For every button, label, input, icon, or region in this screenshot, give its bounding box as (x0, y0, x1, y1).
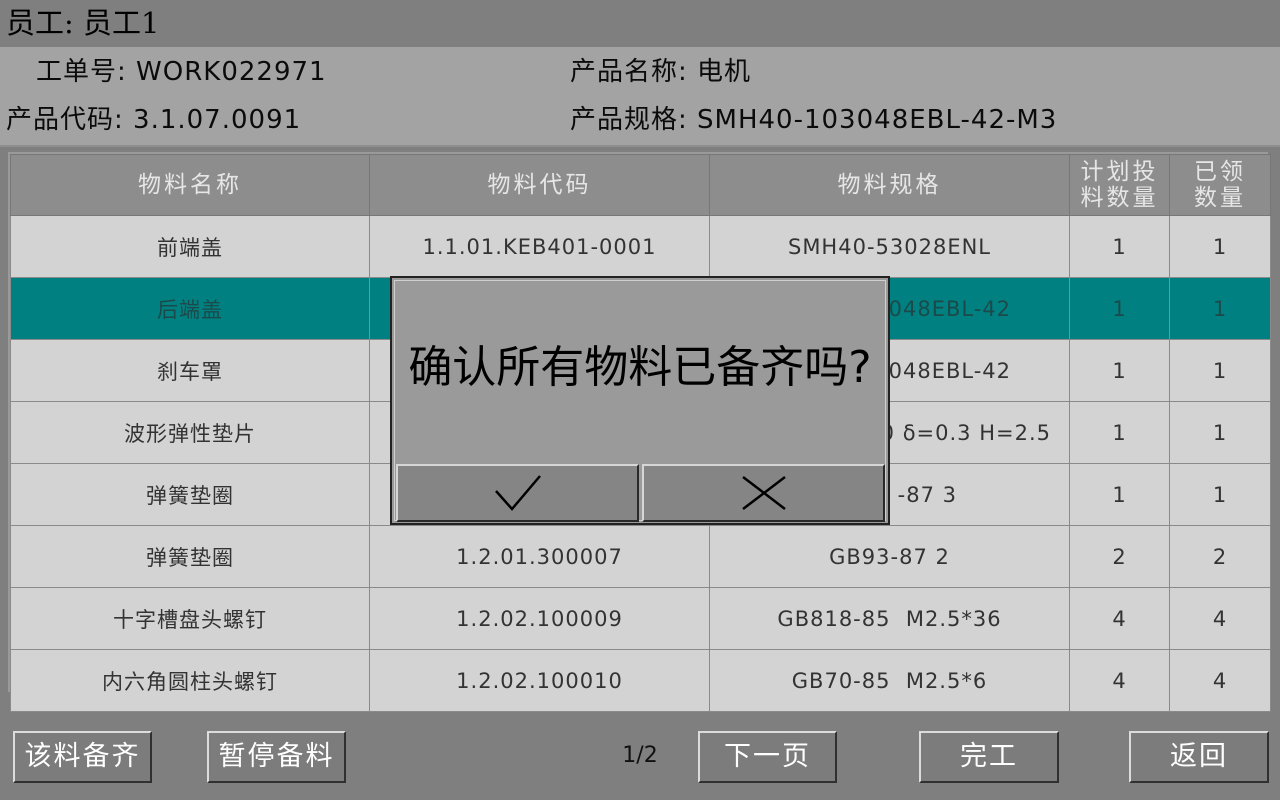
header-received-qty-line2: 数量 (1194, 185, 1246, 211)
page-indicator: 1/2 (622, 743, 658, 768)
cell-material-spec: GB93-87 2 (709, 525, 1070, 588)
cell-planned-qty: 1 (1069, 401, 1170, 464)
cell-material-name: 十字槽盘头螺钉 (10, 587, 370, 650)
header-received-qty-line1: 已领 (1194, 159, 1246, 185)
work-order-info-panel: 工单号: WORK022971 产品名称: 电机 产品代码: 3.1.07.00… (0, 47, 1280, 147)
employee-label: 员工: 员工1 (6, 6, 160, 40)
table-row[interactable]: 弹簧垫圈 1.2.01.300007 GB93-87 2 2 2 (10, 525, 1271, 588)
cell-material-name: 弹簧垫圈 (10, 463, 370, 526)
product-name: 产品名称: 电机 (570, 57, 752, 87)
table-row[interactable]: 前端盖 1.1.01.KEB401-0001 SMH40-53028ENL 1 … (10, 215, 1271, 278)
cell-received-qty: 1 (1169, 277, 1271, 340)
header-planned-qty-line1: 计划投 (1080, 159, 1159, 185)
cell-planned-qty: 1 (1069, 215, 1170, 278)
header-material-name: 物料名称 (10, 154, 370, 216)
cancel-button[interactable] (642, 464, 885, 522)
cell-received-qty: 2 (1169, 525, 1271, 588)
cell-planned-qty: 4 (1069, 649, 1170, 712)
table-row[interactable]: 内六角圆柱头螺钉 1.2.02.100010 GB70-85 M2.5*6 4 … (10, 649, 1271, 712)
cell-material-code: 1.1.01.KEB401-0001 (369, 215, 710, 278)
cell-planned-qty: 1 (1069, 339, 1170, 402)
cell-material-spec: SMH40-53028ENL (709, 215, 1070, 278)
cell-material-name: 后端盖 (10, 277, 370, 340)
cell-received-qty: 1 (1169, 339, 1271, 402)
confirm-button[interactable] (396, 464, 639, 522)
header-material-spec: 物料规格 (709, 154, 1070, 216)
cell-material-name: 刹车罩 (10, 339, 370, 402)
cell-material-name: 内六角圆柱头螺钉 (10, 649, 370, 712)
cell-received-qty: 4 (1169, 587, 1271, 650)
cell-material-code: 1.2.02.100009 (369, 587, 710, 650)
cell-planned-qty: 2 (1069, 525, 1170, 588)
cell-planned-qty: 1 (1069, 463, 1170, 526)
cell-received-qty: 1 (1169, 401, 1271, 464)
cell-material-code: 1.2.01.300007 (369, 525, 710, 588)
cell-planned-qty: 1 (1069, 277, 1170, 340)
next-page-button[interactable]: 下一页 (698, 731, 837, 783)
close-icon (741, 476, 786, 510)
cell-material-code: 1.2.02.100010 (369, 649, 710, 712)
back-button[interactable]: 返回 (1129, 731, 1269, 783)
cell-material-name: 波形弹性垫片 (10, 401, 370, 464)
cell-received-qty: 1 (1169, 215, 1271, 278)
cell-received-qty: 1 (1169, 463, 1271, 526)
table-header-row: 物料名称 物料代码 物料规格 计划投 料数量 已领 数量 (10, 154, 1271, 216)
confirm-dialog-frame: 确认所有物料已备齐吗? (394, 280, 886, 522)
confirm-dialog: 确认所有物料已备齐吗? (390, 276, 890, 525)
header-planned-qty-line2: 料数量 (1080, 185, 1159, 211)
cell-planned-qty: 4 (1069, 587, 1170, 650)
confirm-dialog-message: 确认所有物料已备齐吗? (408, 342, 872, 393)
header-received-qty: 已领 数量 (1169, 154, 1271, 216)
table-row[interactable]: 十字槽盘头螺钉 1.2.02.100009 GB818-85 M2.5*36 4… (10, 587, 1271, 650)
material-ready-button[interactable]: 该料备齐 (13, 731, 152, 783)
work-order-number: 工单号: WORK022971 (36, 57, 327, 87)
cell-material-name: 前端盖 (10, 215, 370, 278)
cell-received-qty: 4 (1169, 649, 1271, 712)
header-planned-qty: 计划投 料数量 (1069, 154, 1170, 216)
check-icon (494, 475, 541, 511)
cell-material-spec: GB818-85 M2.5*36 (709, 587, 1070, 650)
finish-button[interactable]: 完工 (919, 731, 1059, 783)
cell-material-spec: GB70-85 M2.5*6 (709, 649, 1070, 712)
product-spec: 产品规格: SMH40-103048EBL-42-M3 (570, 105, 1058, 135)
product-code: 产品代码: 3.1.07.0091 (6, 105, 302, 135)
header-material-code: 物料代码 (369, 154, 710, 216)
pause-prep-button[interactable]: 暂停备料 (207, 731, 346, 783)
cell-material-name: 弹簧垫圈 (10, 525, 370, 588)
